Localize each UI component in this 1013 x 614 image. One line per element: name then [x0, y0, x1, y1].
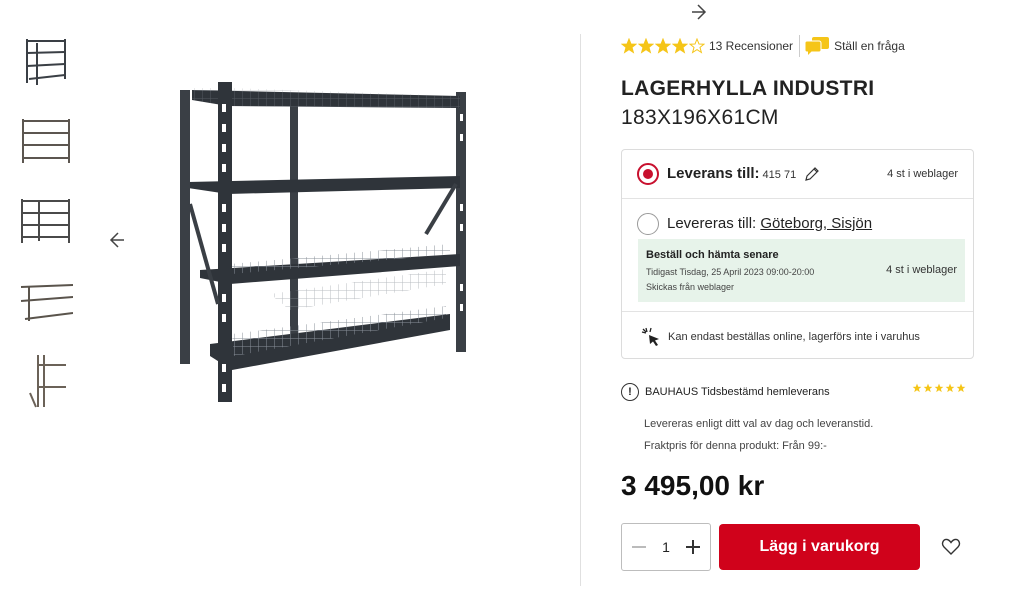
rating-separator — [799, 35, 801, 57]
product-title-line1: LAGERHYLLA INDUSTRI — [621, 77, 875, 100]
bauhaus-delivery-stars — [912, 383, 966, 393]
decrease-quantity-button[interactable] — [630, 538, 648, 556]
thumbnail-4[interactable] — [18, 276, 74, 330]
star-filled-icon — [638, 38, 654, 54]
online-only-notice: Kan endast beställas online, lagerförs i… — [622, 312, 973, 358]
star-empty-icon — [689, 38, 705, 54]
info-icon[interactable]: ! — [621, 383, 639, 401]
home-delivery-stock: 4 st i weblager — [887, 168, 958, 180]
cursor-click-icon — [641, 327, 659, 346]
heart-icon[interactable] — [941, 537, 961, 557]
online-only-text: Kan endast beställas online, lagerförs i… — [668, 331, 920, 343]
store-delivery-label-text: Levereras till: — [667, 215, 757, 232]
quantity-stepper — [621, 523, 711, 571]
rating-stars[interactable] — [621, 38, 705, 54]
home-delivery-option[interactable]: Leverans till: 415 71 4 st i weblager — [622, 150, 973, 199]
bauhaus-delivery-text1: Levereras enligt ditt val av dag och lev… — [644, 418, 874, 430]
star-filled-icon — [912, 383, 922, 393]
chevron-left-icon — [109, 232, 124, 248]
star-filled-icon — [923, 383, 933, 393]
product-title-line2: 183X196X61CM — [621, 106, 779, 129]
star-filled-icon — [621, 38, 637, 54]
bauhaus-delivery-text2: Fraktpris för denna produkt: Från 99:- — [644, 440, 827, 452]
next-image-button[interactable] — [520, 0, 880, 24]
star-filled-icon — [655, 38, 671, 54]
store-delivery-radio[interactable] — [637, 213, 659, 235]
rating-row: 13 Recensioner Ställ en fråga — [621, 35, 905, 57]
ask-question-link[interactable]: Ställ en fråga — [804, 36, 905, 56]
bauhaus-delivery: ! BAUHAUS Tidsbestämd hemleverans — [621, 383, 966, 403]
chat-bubble-icon — [804, 37, 830, 55]
product-title: LAGERHYLLA INDUSTRI 183X196X61CM — [621, 74, 874, 132]
store-link[interactable]: Göteborg, Sisjön — [760, 215, 872, 232]
star-filled-icon — [956, 383, 966, 393]
main-product-image — [170, 74, 480, 414]
zip-code: 415 71 — [762, 169, 797, 181]
bauhaus-delivery-title: BAUHAUS Tidsbestämd hemleverans — [645, 386, 830, 398]
delivery-options: Leverans till: 415 71 4 st i weblager Lev… — [621, 149, 974, 359]
star-filled-icon — [945, 383, 955, 393]
ask-question-label: Ställ en fråga — [834, 39, 905, 53]
thumbnail-5[interactable] — [18, 354, 74, 408]
home-delivery-label-text: Leverans till: — [667, 165, 760, 182]
price: 3 495,00 kr — [621, 470, 765, 501]
vertical-divider — [580, 34, 581, 586]
quantity-input[interactable] — [654, 539, 678, 555]
home-delivery-label: Leverans till: 415 71 — [667, 165, 820, 182]
star-filled-icon — [672, 38, 688, 54]
pickup-earliest: Tidigast Tisdag, 25 April 2023 09:00-20:… — [646, 267, 815, 277]
thumbnail-3[interactable] — [18, 194, 74, 248]
edit-pencil-icon[interactable] — [804, 166, 820, 182]
store-delivery-option[interactable]: Levereras till: Göteborg, Sisjön Beställ… — [622, 199, 973, 312]
pickup-info: Beställ och hämta senare Tidigast Tisdag… — [638, 239, 965, 302]
chevron-right-icon — [692, 4, 707, 20]
pickup-title: Beställ och hämta senare — [646, 249, 779, 261]
home-delivery-radio[interactable] — [637, 163, 659, 185]
online-only-row: Kan endast beställas online, lagerförs i… — [640, 326, 920, 348]
reviews-link[interactable]: 13 Recensioner — [709, 39, 793, 53]
thumbnail-1[interactable] — [18, 34, 74, 88]
increase-quantity-button[interactable] — [684, 538, 702, 556]
store-delivery-label: Levereras till: Göteborg, Sisjön — [667, 215, 872, 232]
pickup-stock: 4 st i weblager — [886, 264, 957, 276]
add-to-cart-button[interactable]: Lägg i varukorg — [719, 524, 920, 570]
pickup-source: Skickas från weblager — [646, 282, 735, 292]
previous-image-button[interactable] — [104, 228, 128, 252]
star-filled-icon — [934, 383, 944, 393]
thumbnail-2[interactable] — [18, 114, 74, 168]
